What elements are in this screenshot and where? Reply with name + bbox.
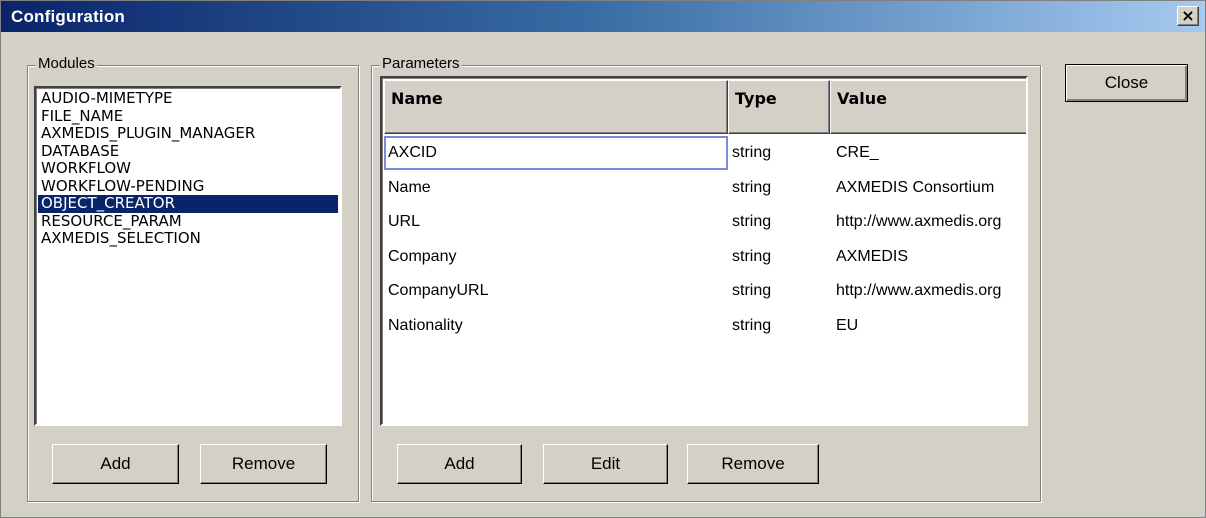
modules-listbox[interactable]: AUDIO-MIMETYPE FILE_NAME AXMEDIS_PLUGIN_MA… [34,86,342,426]
modules-group: Modules AUDIO-MIMETYPE FILE_NAME AXMEDIS_P… [27,55,359,502]
cell-type[interactable]: string [732,240,828,274]
parameters-header: Name Type Value [384,80,1026,134]
table-row[interactable]: Nationality string EU [384,309,1024,344]
cell-name[interactable]: Name [384,171,728,205]
cell-type[interactable]: string [732,205,828,239]
column-header-value[interactable]: Value [830,80,1026,134]
window-title: Configuration [11,7,126,26]
cell-type[interactable]: string [732,136,828,170]
parameters-group-label: Parameters [380,55,462,72]
parameters-group: Parameters Name Type Value AXCID string CR… [371,55,1041,502]
cell-name[interactable]: Nationality [384,309,728,343]
module-list-item[interactable]: RESOURCE_PARAM [38,212,338,231]
cell-value[interactable]: CRE_ [832,136,1026,170]
cell-name[interactable]: Company [384,240,728,274]
module-list-item[interactable]: AXMEDIS_SELECTION [38,230,338,248]
cell-name[interactable]: URL [384,205,728,239]
parameters-add-button[interactable]: Add [397,444,522,484]
close-button[interactable]: Close [1065,64,1188,102]
cell-name[interactable]: CompanyURL [384,274,728,308]
table-row[interactable]: Name string AXMEDIS Consortium [384,171,1024,206]
table-row[interactable]: CompanyURL string http://www.axmedis.org [384,274,1024,309]
module-list-item[interactable]: FILE_NAME [38,107,338,126]
parameters-remove-button[interactable]: Remove [687,444,819,484]
module-list-item[interactable]: WORKFLOW-PENDING [38,177,338,196]
close-icon[interactable]: × [1177,6,1199,26]
parameters-rows: AXCID string CRE_ Name string AXMEDIS Consort… [384,136,1024,343]
cell-name[interactable]: AXCID [384,136,728,170]
table-row[interactable]: Company string AXMEDIS [384,240,1024,275]
cell-value[interactable]: http://www.axmedis.org [832,274,1026,308]
modules-remove-button[interactable]: Remove [200,444,327,484]
module-list-item[interactable]: OBJECT_CREATOR [38,195,338,213]
cell-value[interactable]: http://www.axmedis.org [832,205,1026,239]
table-row[interactable]: URL string http://www.axmedis.org [384,205,1024,240]
table-row[interactable]: AXCID string CRE_ [384,136,1024,171]
modules-list: AUDIO-MIMETYPE FILE_NAME AXMEDIS_PLUGIN_MA… [38,90,338,422]
cell-value[interactable]: AXMEDIS [832,240,1026,274]
cell-type[interactable]: string [732,309,828,343]
column-header-type[interactable]: Type [728,80,830,134]
module-list-item[interactable]: DATABASE [38,142,338,161]
title-bar[interactable]: Configuration × [1,1,1205,32]
cell-value[interactable]: EU [832,309,1026,343]
cell-type[interactable]: string [732,171,828,205]
parameters-edit-button[interactable]: Edit [543,444,668,484]
configuration-dialog: Configuration × Modules AUDIO-MIMETYPE FI… [0,0,1206,518]
cell-type[interactable]: string [732,274,828,308]
column-header-name[interactable]: Name [384,80,728,134]
parameters-table[interactable]: Name Type Value AXCID string CRE_ Name strin… [380,76,1028,426]
module-list-item[interactable]: AXMEDIS_PLUGIN_MANAGER [38,125,338,143]
module-list-item[interactable]: AUDIO-MIMETYPE [38,90,338,108]
modules-add-button[interactable]: Add [52,444,179,484]
cell-value[interactable]: AXMEDIS Consortium [832,171,1026,205]
module-list-item[interactable]: WORKFLOW [38,160,338,178]
modules-group-label: Modules [36,55,97,72]
